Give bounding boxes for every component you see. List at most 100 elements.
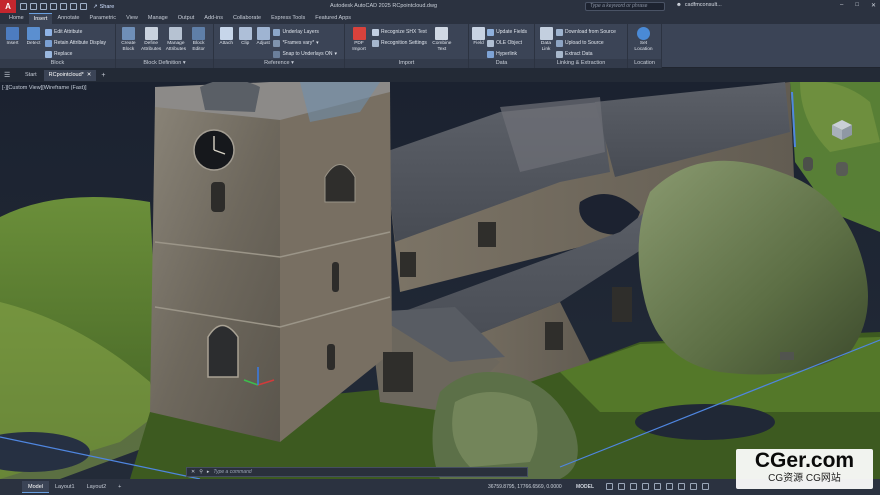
tab-layout2[interactable]: Layout2 [81,481,113,493]
print-icon[interactable] [60,3,67,10]
tab-output[interactable]: Output [173,13,200,24]
recognition-settings-button[interactable]: Recognition Settings [372,38,427,48]
tab-view[interactable]: View [121,13,143,24]
snap-to-underlays-dropdown[interactable]: Snap to Underlays ON ▾ [273,49,337,59]
retain-attribute-display-button[interactable]: Retain Attribute Display [45,38,106,48]
lineweight-icon[interactable] [666,483,673,490]
command-line[interactable]: ✕ ⚲ ▸ Type a command [186,467,528,477]
osnap-icon[interactable] [654,483,661,490]
create-block-icon [121,27,135,40]
maximize-icon[interactable]: □ [855,2,859,9]
update-fields-button[interactable]: Update Fields [487,27,527,37]
recognize-shx-button[interactable]: Recognize SHX Text [372,27,427,37]
undo-icon[interactable] [70,3,77,10]
panel-import: PDF Import Recognize SHX Text Recognitio… [345,24,469,68]
user-account[interactable]: ☻ cadfmconsult... [676,2,722,8]
tab-insert[interactable]: Insert [28,13,53,24]
panel-title-reference[interactable]: Reference ▾ [214,59,344,68]
menu-icon[interactable]: ☰ [4,71,14,79]
porch-window [383,352,413,392]
recognition-settings-label: Recognition Settings [381,40,427,46]
replace-button[interactable]: Replace [45,49,106,59]
workspace-icon[interactable] [690,483,697,490]
aisle-window [545,322,563,350]
pdf-icon [352,27,366,40]
replace-label: Replace [54,51,73,57]
extract-data-button[interactable]: Extract Data [556,49,616,59]
add-layout-icon[interactable]: + [112,481,127,493]
customize-icon[interactable] [702,483,709,490]
app-menu-button[interactable]: A [0,0,16,13]
panel-title-import: Import [345,59,468,68]
tab-model[interactable]: Model [22,481,49,493]
share-button[interactable]: ↗ Share [93,4,114,10]
save-icon[interactable] [40,3,47,10]
tab-parametric[interactable]: Parametric [84,13,121,24]
update-fields-label: Update Fields [496,29,527,35]
tab-featured-apps[interactable]: Featured Apps [310,13,356,24]
window-controls: – □ ✕ [840,2,876,9]
detect-label: Detect [26,41,41,46]
data-link-label: Data Link [540,41,552,52]
coordinate-readout: 36759.8795, 17766.6569, 0.0000 [488,484,562,490]
search-input[interactable]: Type a keyword or phrase [585,2,665,11]
new-file-icon[interactable] [20,3,27,10]
tab-home[interactable]: Home [4,13,29,24]
close-icon[interactable]: ✕ [191,469,195,475]
tab-manage[interactable]: Manage [143,13,173,24]
hyperlink-button[interactable]: Hyperlink [487,49,527,59]
ortho-icon[interactable] [630,483,637,490]
open-file-icon[interactable] [30,3,37,10]
recognize-shx-label: Recognize SHX Text [381,29,427,35]
snap-icon[interactable] [618,483,625,490]
tab-layout1[interactable]: Layout1 [49,481,81,493]
viewport-controls-label[interactable]: [-][Custom View][Wireframe (Fast)] [2,85,87,91]
model-space-toggle[interactable]: MODEL [576,484,594,490]
pdf-import-label: PDF Import [352,41,366,52]
close-icon[interactable]: ✕ [87,70,92,81]
upload-icon [556,39,563,47]
grid-icon[interactable] [606,483,613,490]
minimize-icon[interactable]: – [840,2,843,9]
tab-rcpointcloud[interactable]: RCpointcloud* ✕ [43,69,97,81]
tab-collaborate[interactable]: Collaborate [228,13,266,24]
upload-to-source-button[interactable]: Upload to Source [556,38,616,48]
extract-data-icon [556,50,563,58]
tab-add-ins[interactable]: Add-ins [199,13,228,24]
tab-express-tools[interactable]: Express Tools [266,13,310,24]
ole-object-button[interactable]: OLE Object [487,38,527,48]
new-tab-icon[interactable]: + [101,72,105,79]
block-editor-icon [192,27,206,40]
detect-icon [27,27,40,40]
edit-attribute-label: Edit Attribute [54,29,83,35]
snap-to-underlays-label: Snap to Underlays ON [282,51,333,57]
tab-annotate[interactable]: Annotate [52,13,84,24]
download-from-source-button[interactable]: Download from Source [556,27,616,37]
edit-attribute-button[interactable]: Edit Attribute [45,27,106,37]
frames-vary-dropdown[interactable]: *Frames vary* ▾ [273,38,337,48]
close-icon[interactable]: ✕ [871,2,876,9]
panel-location: Set Location Location [628,24,662,68]
save-as-icon[interactable] [50,3,57,10]
polar-icon[interactable] [642,483,649,490]
retain-attribute-icon [45,39,52,47]
underlay-layers-button[interactable]: Underlay Layers [273,27,337,37]
redo-icon[interactable] [80,3,87,10]
panel-reference: Attach Clip Adjust Underlay Layers *Fram… [214,24,345,68]
watermark-main-text: CGer.com [754,449,855,472]
hyperlink-label: Hyperlink [496,51,517,57]
chevron-down-icon: ▾ [291,60,294,66]
upload-label: Upload to Source [565,40,604,46]
panel-title-block-definition[interactable]: Block Definition ▾ [116,59,213,68]
download-icon [556,28,563,36]
tab-start[interactable]: Start [20,70,42,81]
set-location-label: Set Location [634,41,653,52]
command-input[interactable]: Type a command [213,469,251,475]
define-attributes-icon [144,27,158,40]
viewcube-icon[interactable] [828,118,856,142]
panel-linking-extraction: Data Link Download from Source Upload to… [535,24,628,68]
quick-access-toolbar [20,3,87,10]
insert-label: Insert [6,41,19,46]
annotation-scale-icon[interactable] [678,483,685,490]
drawing-viewport[interactable]: [-][Custom View][Wireframe (Fast)] ✕ ⚲ ▸… [0,82,880,479]
